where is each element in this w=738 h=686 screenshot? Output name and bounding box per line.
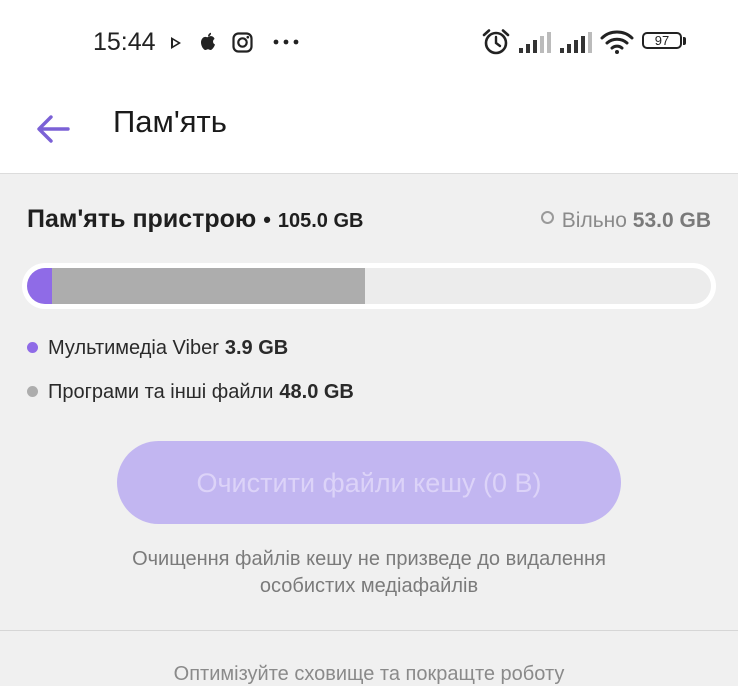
legend-item-viber: Мультимедіа Viber 3.9 GB [27, 337, 288, 360]
note-line: Очищення файлів кешу не призведе до вида… [132, 548, 606, 570]
more-dots-icon [273, 39, 299, 45]
status-bar: 15:44 97 [0, 0, 738, 86]
clear-cache-note: Очищення файлів кешу не призведе до вида… [60, 546, 678, 600]
storage-usage-bar [22, 263, 716, 309]
storage-title: Пам'ять пристрою [27, 205, 257, 233]
battery-icon: 97 [642, 32, 686, 51]
other-dot-icon [27, 386, 38, 397]
wifi-icon [600, 30, 634, 54]
status-time: 15:44 [93, 28, 156, 56]
storage-heading: Пам'ять пристрою • 105.0 GB [27, 205, 363, 234]
storage-panel: Пам'ять пристрою • 105.0 GB Вільно 53.0 … [0, 174, 738, 685]
app-bar: Пам'ять [0, 86, 738, 174]
free-label: Вільно [561, 209, 627, 232]
back-button[interactable] [28, 104, 78, 154]
optimize-storage-text: Оптимізуйте сховище та покращте роботу [173, 663, 565, 685]
instagram-icon [232, 32, 253, 53]
storage-bar-track [27, 268, 711, 304]
legend-value: 48.0 GB [279, 381, 354, 403]
free-value: 53.0 GB [632, 209, 711, 232]
legend-label: Програми та інші файли [48, 381, 274, 403]
play-icon [171, 37, 181, 49]
battery-level: 97 [654, 33, 670, 48]
clear-cache-button[interactable]: Очистити файли кешу (0 B) [117, 441, 621, 524]
legend-value: 3.9 GB [224, 337, 289, 359]
other-usage-segment [52, 268, 365, 304]
apple-icon [201, 32, 215, 50]
signal-icon [560, 32, 592, 53]
arrow-left-icon [37, 115, 70, 143]
note-line: особистих медіафайлів [259, 575, 479, 597]
signal-icon [519, 32, 551, 53]
viber-dot-icon [27, 342, 38, 353]
page-title: Пам'ять [113, 104, 227, 139]
free-indicator-icon [540, 211, 554, 224]
alarm-icon [482, 29, 510, 55]
storage-total: 105.0 GB [277, 210, 364, 232]
legend-label: Мультимедіа Viber [48, 337, 219, 359]
viber-usage-segment [27, 268, 52, 304]
separator-dot: • [263, 207, 271, 232]
divider [0, 630, 738, 631]
free-space: Вільно 53.0 GB [540, 209, 711, 233]
legend-item-other: Програми та інші файли 48.0 GB [27, 381, 354, 404]
